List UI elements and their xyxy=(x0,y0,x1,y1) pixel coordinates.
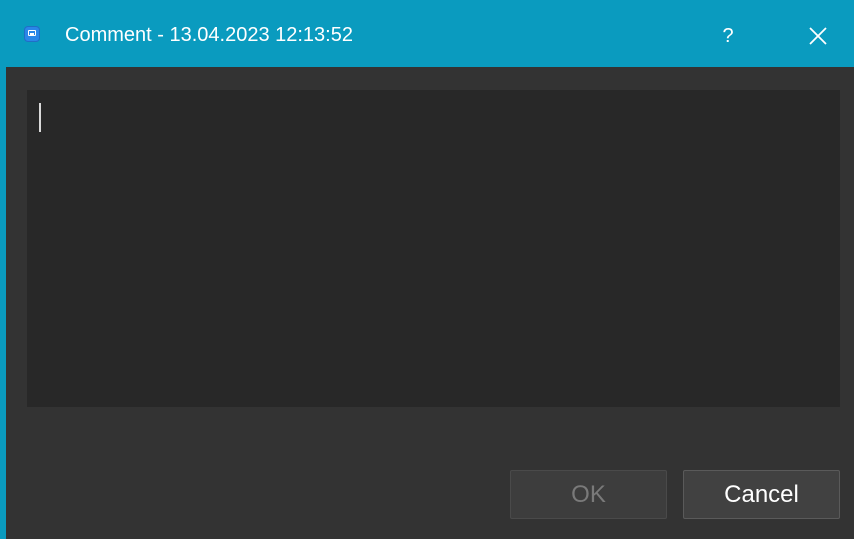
ok-button[interactable]: OK xyxy=(510,470,667,519)
cancel-button[interactable]: Cancel xyxy=(683,470,840,519)
window-title: Comment - 13.04.2023 12:13:52 xyxy=(65,24,353,46)
title-bar[interactable]: Comment - 13.04.2023 12:13:52 ? xyxy=(0,0,854,67)
window-border xyxy=(0,67,6,539)
comment-text-area[interactable] xyxy=(27,90,840,407)
comment-app-icon xyxy=(24,26,40,42)
close-button[interactable] xyxy=(796,14,840,58)
close-icon xyxy=(809,27,827,45)
text-caret xyxy=(39,103,41,132)
comment-dialog: Comment - 13.04.2023 12:13:52 ? OK Cance… xyxy=(0,0,854,539)
help-button[interactable]: ? xyxy=(706,14,750,58)
